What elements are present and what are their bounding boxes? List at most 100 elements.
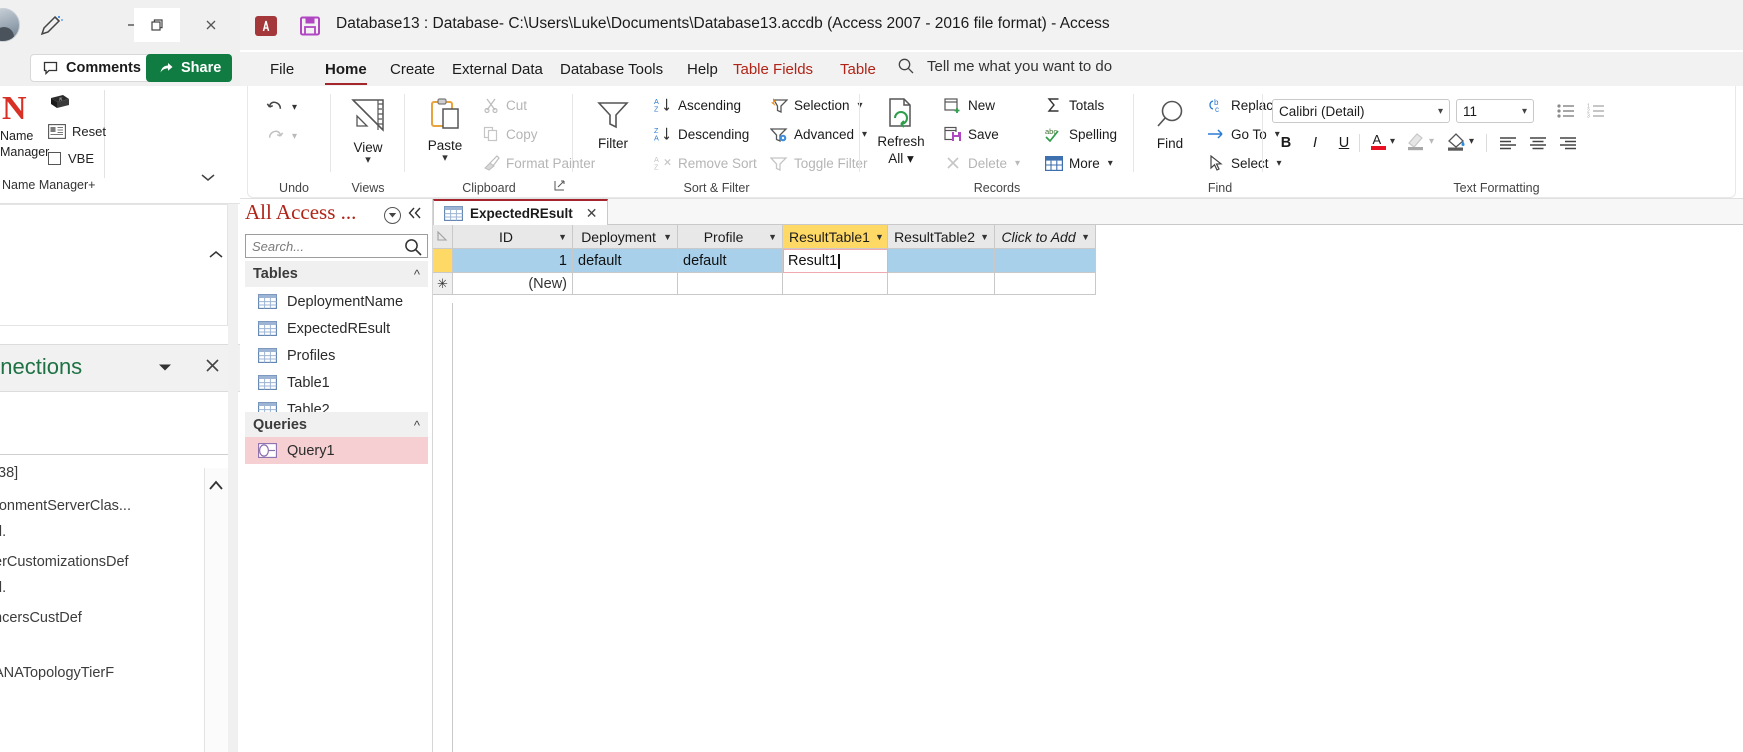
- find-button[interactable]: Find: [1139, 99, 1201, 151]
- toggle-filter-button[interactable]: Toggle Filter: [770, 154, 868, 172]
- new-cell-resulttable1[interactable]: [783, 273, 888, 295]
- column-header-resulttable1[interactable]: ResultTable1 ▼: [783, 225, 888, 249]
- cell-click-to-add[interactable]: [995, 249, 1096, 273]
- clipboard-dialog-launcher[interactable]: [554, 180, 566, 195]
- new-record-row[interactable]: ✳ (New): [433, 273, 1743, 295]
- vbe-checkbox[interactable]: VBE: [48, 151, 94, 166]
- bulleted-list-button[interactable]: [1554, 99, 1578, 123]
- list-item[interactable]: d.: [0, 524, 6, 540]
- tab-home[interactable]: Home: [315, 52, 377, 86]
- tab-create[interactable]: Create: [380, 52, 445, 86]
- tab-help[interactable]: Help: [677, 52, 728, 86]
- delete-record-button[interactable]: Delete ▾: [944, 154, 1020, 172]
- nav-pane-menu-icon[interactable]: [384, 207, 401, 224]
- redo-dropdown-icon[interactable]: ▾: [292, 131, 297, 142]
- filter-button[interactable]: Filter: [582, 99, 644, 151]
- selection-button[interactable]: Selection ▾: [770, 96, 863, 114]
- cell-profile[interactable]: default: [678, 249, 783, 273]
- new-record-button[interactable]: New: [944, 96, 995, 114]
- new-cell-profile[interactable]: [678, 273, 783, 295]
- share-button[interactable]: Share: [146, 54, 233, 82]
- list-item[interactable]: ANATopologyTierF: [0, 665, 114, 681]
- cut-button[interactable]: Cut: [482, 96, 527, 114]
- undo-button[interactable]: ▾: [266, 98, 297, 116]
- undo-dropdown-icon[interactable]: ▾: [292, 102, 297, 113]
- chevron-down-icon[interactable]: ▼: [975, 232, 994, 242]
- chevron-down-icon[interactable]: ▼: [553, 232, 572, 242]
- column-header-resulttable2[interactable]: ResultTable2 ▼: [888, 225, 995, 249]
- cell-resulttable2[interactable]: [888, 249, 995, 273]
- ribbon-collapse-icon[interactable]: [200, 170, 216, 185]
- font-name-combobox[interactable]: Calibri (Detail) ▾: [1272, 99, 1450, 123]
- column-header-id[interactable]: ID ▼: [453, 225, 573, 249]
- chevron-down-icon[interactable]: ▾: [1438, 106, 1443, 117]
- list-item[interactable]: ncersCustDef: [0, 610, 82, 626]
- ascending-button[interactable]: AZ Ascending: [654, 96, 741, 114]
- column-header-profile[interactable]: Profile ▼: [678, 225, 783, 249]
- advanced-button[interactable]: Advanced ▾: [770, 125, 867, 143]
- fill-color-button[interactable]: [1444, 129, 1468, 153]
- cell-resulttable1-editing[interactable]: Result1: [783, 249, 888, 273]
- nav-group-queries[interactable]: Queries ^: [245, 412, 428, 438]
- font-size-combobox[interactable]: 11 ▾: [1456, 99, 1534, 123]
- list-item[interactable]: ronmentServerClas...: [0, 498, 131, 514]
- new-cell-id[interactable]: (New): [453, 273, 573, 295]
- close-button[interactable]: [188, 8, 234, 42]
- paste-button[interactable]: Paste ▾: [414, 97, 476, 164]
- reset-button[interactable]: Reset: [48, 122, 106, 140]
- underline-button[interactable]: U: [1332, 131, 1356, 155]
- view-button[interactable]: View ▾: [337, 95, 399, 166]
- align-right-button[interactable]: [1556, 131, 1580, 155]
- chevron-down-icon[interactable]: ▼: [658, 232, 677, 242]
- align-center-button[interactable]: [1526, 131, 1550, 155]
- name-manager-icon[interactable]: N: [2, 92, 27, 126]
- scroll-up-icon[interactable]: [206, 478, 226, 495]
- column-header-click-to-add[interactable]: Click to Add ▼: [995, 225, 1096, 249]
- tab-table[interactable]: Table: [830, 52, 886, 86]
- chevron-down-icon[interactable]: ▾: [1522, 106, 1527, 117]
- remove-sort-button[interactable]: AZ Remove Sort: [654, 154, 757, 172]
- tab-file[interactable]: File: [260, 52, 304, 86]
- search-input[interactable]: Search...: [245, 234, 428, 258]
- comments-button[interactable]: Comments: [30, 54, 154, 82]
- background-scrollbar[interactable]: [204, 468, 228, 752]
- tab-database-tools[interactable]: Database Tools: [550, 52, 673, 86]
- list-item[interactable]: d.: [0, 580, 6, 596]
- chevron-up-icon[interactable]: ^: [414, 418, 420, 433]
- vba-chip-icon[interactable]: N: [48, 92, 72, 114]
- column-header-deployment[interactable]: Deployment ▼: [573, 225, 678, 249]
- pen-icon[interactable]: [38, 14, 64, 38]
- list-item[interactable]: [38]: [0, 465, 18, 481]
- tab-external-data[interactable]: External Data: [442, 52, 553, 86]
- nav-group-tables[interactable]: Tables ^: [245, 261, 428, 287]
- delete-dropdown-icon[interactable]: ▾: [1015, 158, 1020, 169]
- redo-button[interactable]: ▾: [266, 127, 297, 145]
- numbered-list-button[interactable]: 123: [1584, 99, 1608, 123]
- document-tab-expectedresult[interactable]: ExpectedREsult ✕: [433, 199, 608, 225]
- bold-button[interactable]: B: [1274, 131, 1298, 155]
- background-chevron-up-icon[interactable]: [208, 246, 224, 262]
- font-color-button[interactable]: A: [1367, 129, 1391, 153]
- italic-button[interactable]: I: [1303, 131, 1327, 155]
- font-color-dropdown-icon[interactable]: ▾: [1390, 136, 1395, 147]
- chevron-up-icon[interactable]: ^: [414, 267, 420, 282]
- chevron-down-icon[interactable]: ▼: [763, 232, 782, 242]
- descending-button[interactable]: ZA Descending: [654, 125, 749, 143]
- sidebar-item-deploymentname[interactable]: DeploymentName: [245, 288, 428, 315]
- more-button[interactable]: More ▾: [1045, 154, 1113, 172]
- new-cell-click-to-add[interactable]: [995, 273, 1096, 295]
- select-all-corner[interactable]: [433, 225, 453, 249]
- cell-deployment[interactable]: default: [573, 249, 678, 273]
- tab-table-fields[interactable]: Table Fields: [723, 52, 823, 86]
- highlight-dropdown-icon[interactable]: ▾: [1429, 136, 1434, 147]
- chevron-down-icon[interactable]: ▼: [1076, 232, 1095, 242]
- connections-dropdown-icon[interactable]: [158, 360, 172, 375]
- new-cell-deployment[interactable]: [573, 273, 678, 295]
- spelling-button[interactable]: abc Spelling: [1045, 125, 1117, 143]
- new-cell-resulttable2[interactable]: [888, 273, 995, 295]
- tell-me-search[interactable]: Tell me what you want to do: [897, 57, 1112, 75]
- more-dropdown-icon[interactable]: ▾: [1108, 158, 1113, 169]
- view-dropdown-icon[interactable]: ▾: [365, 155, 371, 166]
- chevron-down-icon[interactable]: ▼: [870, 232, 889, 242]
- align-left-button[interactable]: [1496, 131, 1520, 155]
